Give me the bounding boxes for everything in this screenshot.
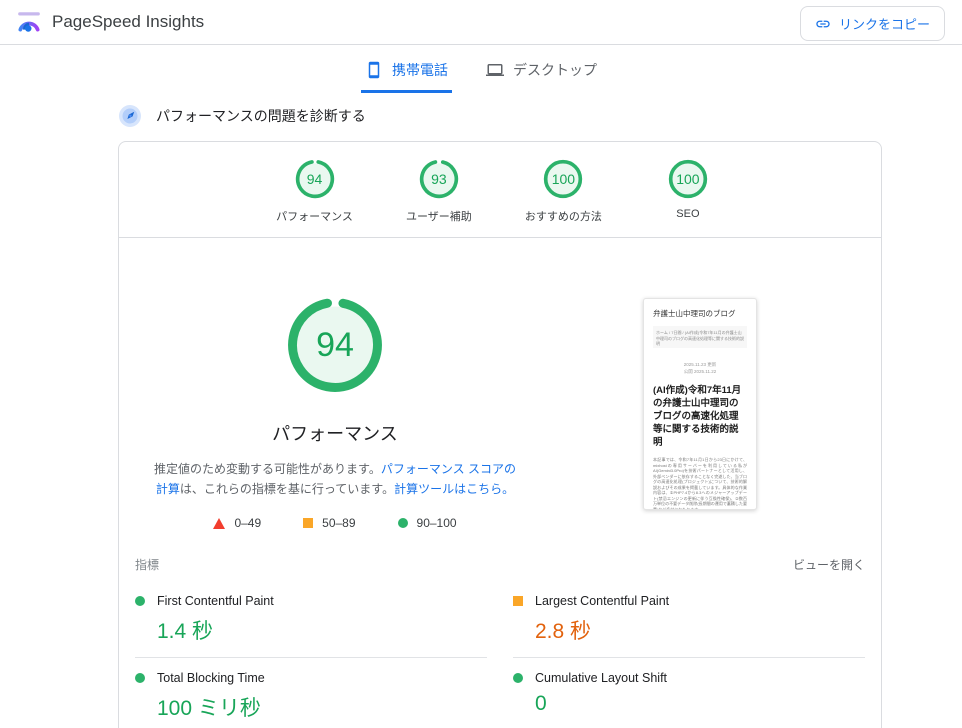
page-screenshot-thumbnail[interactable]: 弁護士山中理司のブログ ホーム / 7日間 / (AI作成)令和7年11月の弁護… bbox=[643, 298, 757, 510]
metric-status-icon bbox=[513, 673, 523, 683]
pagespeed-logo-icon bbox=[16, 9, 42, 35]
category-score-best-practices[interactable]: 100 おすすめの方法 bbox=[525, 159, 602, 224]
thumb-site-title: 弁護士山中理司のブログ bbox=[653, 308, 747, 326]
metric-status-icon bbox=[135, 673, 145, 683]
header-actions: リンクをコピー ドキュメント bbox=[800, 6, 962, 41]
device-tabs: 携帯電話 デスクトップ bbox=[0, 45, 962, 93]
score-disclaimer: 推定値のため変動する可能性があります。パフォーマンス スコアの計算は、これらの指… bbox=[149, 459, 521, 499]
thumb-date-updated: 2025.11.23 更新 bbox=[653, 361, 747, 368]
score-value: 100 bbox=[543, 159, 583, 199]
metric-value: 1.4 秒 bbox=[157, 615, 487, 645]
metrics-header: 指標 ビューを開く bbox=[119, 530, 881, 581]
score-label: おすすめの方法 bbox=[525, 208, 602, 224]
diagnose-label: パフォーマンスの問題を診断する bbox=[156, 106, 366, 126]
fail-triangle-icon bbox=[213, 518, 225, 529]
metric-name: First Contentful Paint bbox=[157, 594, 274, 608]
thumb-dates: 2025.11.23 更新 公開 2025.11.22 bbox=[653, 361, 747, 375]
page-title: PageSpeed Insights bbox=[52, 12, 204, 32]
score-legend: 0–49 50–89 90–100 bbox=[213, 516, 456, 530]
metrics-title: 指標 bbox=[135, 556, 159, 573]
category-scores-row: 94 パフォーマンス 93 ユーザー補助 100 おすすめの方 bbox=[119, 142, 881, 238]
desktop-icon bbox=[486, 61, 504, 79]
thumb-body-text: 本記事では、令和7年11月1日から23日にかけて、mixhostの専用サーバーを… bbox=[653, 457, 747, 510]
copy-link-button[interactable]: リンクをコピー bbox=[800, 6, 945, 41]
performance-score-value: 94 bbox=[286, 296, 384, 394]
metric-name: Total Blocking Time bbox=[157, 671, 265, 685]
metric-first-contentful-paint[interactable]: First Contentful Paint 1.4 秒 bbox=[135, 581, 487, 658]
metric-cumulative-layout-shift[interactable]: Cumulative Layout Shift 0 bbox=[513, 658, 865, 728]
metric-status-icon bbox=[513, 596, 523, 606]
app-header: PageSpeed Insights リンクをコピー ドキュメント bbox=[0, 0, 962, 45]
tab-mobile[interactable]: 携帯電話 bbox=[361, 53, 452, 93]
thumb-post-title: (AI作成)令和7年11月の弁護士山中理司のブログの高速化処理等に関する技術的説… bbox=[653, 384, 747, 449]
legend-range: 0–49 bbox=[234, 516, 261, 530]
category-score-performance[interactable]: 94 パフォーマンス bbox=[276, 159, 353, 224]
legend-range: 50–89 bbox=[322, 516, 355, 530]
metric-status-icon bbox=[135, 596, 145, 606]
legend-pass: 90–100 bbox=[398, 516, 457, 530]
tab-desktop-label: デスクトップ bbox=[513, 60, 597, 80]
pass-circle-icon bbox=[398, 518, 408, 528]
copy-link-label: リンクをコピー bbox=[839, 14, 930, 33]
metric-value: 100 ミリ秒 bbox=[157, 692, 487, 722]
disclaimer-text: は、これらの指標を基に行っています。 bbox=[180, 482, 394, 496]
diagnose-section-header: パフォーマンスの問題を診断する bbox=[118, 103, 962, 129]
page-screenshot-panel: 弁護士山中理司のブログ ホーム / 7日間 / (AI作成)令和7年11月の弁護… bbox=[535, 238, 865, 530]
metric-value: 2.8 秒 bbox=[535, 615, 865, 645]
disclaimer-text: 推定値のため変動する可能性があります。 bbox=[154, 462, 381, 476]
score-label: SEO bbox=[676, 208, 699, 220]
link-icon bbox=[815, 16, 831, 32]
category-score-seo[interactable]: 100 SEO bbox=[652, 159, 724, 224]
score-value: 94 bbox=[295, 159, 335, 199]
legend-average: 50–89 bbox=[303, 516, 355, 530]
performance-gauge: 94 bbox=[286, 296, 384, 394]
thumb-breadcrumb: ホーム / 7日間 / (AI作成)令和7年11月の弁護士山中理司のブログの高速… bbox=[653, 326, 747, 348]
performance-gauge-panel: 94 パフォーマンス 推定値のため変動する可能性があります。パフォーマンス スコ… bbox=[135, 238, 535, 530]
metric-name: Cumulative Layout Shift bbox=[535, 671, 667, 685]
performance-overview: 94 パフォーマンス 推定値のため変動する可能性があります。パフォーマンス スコ… bbox=[119, 238, 881, 530]
metric-value: 0 bbox=[535, 692, 865, 716]
report-card: 94 パフォーマンス 93 ユーザー補助 100 おすすめの方 bbox=[118, 141, 882, 728]
tab-mobile-label: 携帯電話 bbox=[392, 60, 448, 80]
score-label: ユーザー補助 bbox=[406, 208, 472, 224]
metrics-grid: First Contentful Paint 1.4 秒 Largest Con… bbox=[119, 581, 881, 728]
score-value: 100 bbox=[668, 159, 708, 199]
category-score-accessibility[interactable]: 93 ユーザー補助 bbox=[403, 159, 475, 224]
legend-fail: 0–49 bbox=[213, 516, 261, 530]
performance-gauge-label: パフォーマンス bbox=[272, 420, 398, 446]
insights-compass-icon bbox=[118, 104, 142, 128]
calculator-link[interactable]: 計算ツールはこちら。 bbox=[394, 482, 514, 496]
tab-desktop[interactable]: デスクトップ bbox=[482, 53, 601, 93]
thumb-date-published: 公開 2025.11.22 bbox=[653, 368, 747, 375]
score-label: パフォーマンス bbox=[276, 208, 353, 224]
legend-range: 90–100 bbox=[417, 516, 457, 530]
score-value: 93 bbox=[419, 159, 459, 199]
metric-name: Largest Contentful Paint bbox=[535, 594, 669, 608]
smartphone-icon bbox=[365, 61, 383, 79]
metric-largest-contentful-paint[interactable]: Largest Contentful Paint 2.8 秒 bbox=[513, 581, 865, 658]
average-square-icon bbox=[303, 518, 313, 528]
expand-view-button[interactable]: ビューを開く bbox=[793, 556, 865, 573]
metric-total-blocking-time[interactable]: Total Blocking Time 100 ミリ秒 bbox=[135, 658, 487, 728]
